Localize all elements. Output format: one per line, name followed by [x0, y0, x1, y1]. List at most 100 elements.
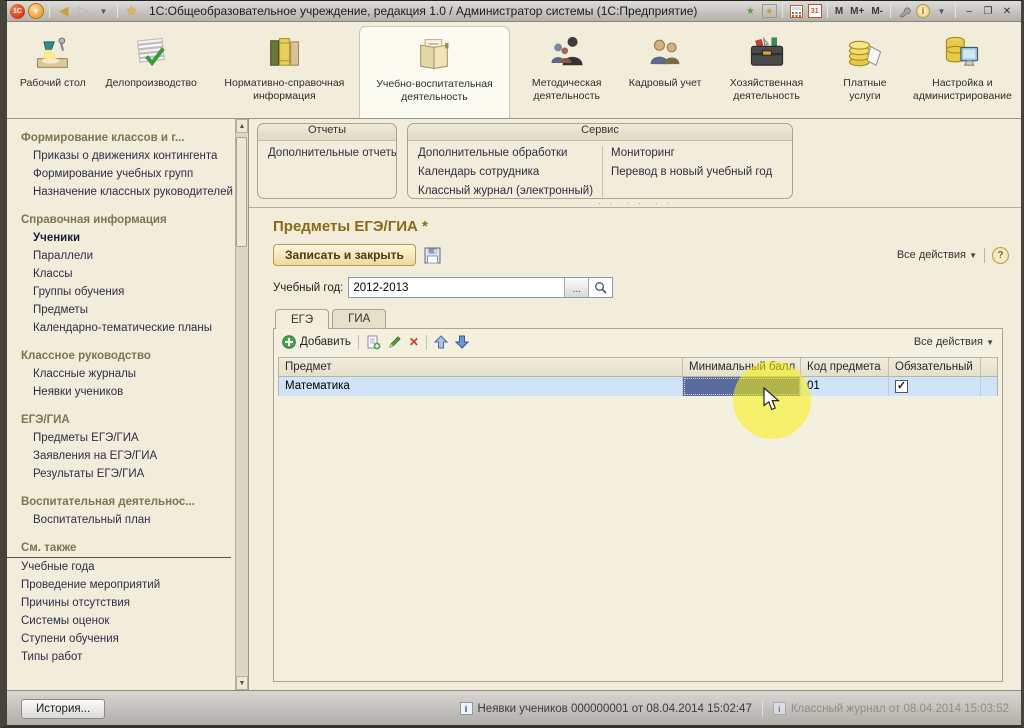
sidebar-item[interactable]: Неявки учеников — [7, 383, 235, 401]
sidebar-item[interactable]: Учебные года — [7, 558, 235, 576]
ribbon-section-methodical[interactable]: Методическая деятельность — [510, 26, 623, 118]
help-button[interactable]: ? — [992, 247, 1009, 264]
memory-m-button[interactable]: M — [833, 6, 845, 17]
subject-code-cell[interactable]: 01 — [801, 377, 889, 396]
sidebar-item[interactable]: Параллели — [7, 247, 235, 265]
ribbon-section-paid[interactable]: Платные услуги — [826, 26, 904, 118]
sidebar-item[interactable]: Формирование учебных групп — [7, 165, 235, 183]
required-checkbox[interactable]: ✓ — [895, 380, 908, 393]
add-favorite-icon[interactable]: ★ — [742, 3, 759, 19]
column-header[interactable]: Минимальный балл — [683, 358, 801, 377]
favorites-list-icon[interactable]: ★ — [762, 4, 777, 18]
ribbon-section-reference[interactable]: Нормативно-справочная информация — [210, 26, 359, 118]
ribbon-section-label: Методическая деятельность — [514, 77, 619, 102]
subject-cell[interactable]: Математика — [279, 377, 683, 396]
all-actions-button[interactable]: Все действия ▼ — [897, 249, 977, 261]
calculator-icon[interactable] — [788, 3, 805, 19]
choose-button[interactable]: ... — [564, 278, 588, 297]
main-menu-icon[interactable]: ▼ — [28, 3, 44, 19]
save-icon[interactable] — [424, 247, 441, 264]
sidebar-item[interactable]: Классные журналы — [7, 365, 235, 383]
sidebar-item[interactable]: Предметы — [7, 301, 235, 319]
search-icon[interactable] — [588, 278, 612, 297]
sidebar-item[interactable]: Группы обучения — [7, 283, 235, 301]
splitter-grip[interactable]: · · · · · · — [249, 199, 1021, 207]
scroll-thumb[interactable] — [236, 137, 247, 247]
sidebar-item[interactable]: Приказы о движениях контингента — [7, 147, 235, 165]
memory-m-plus-button[interactable]: M+ — [848, 6, 866, 17]
copy-item-icon[interactable] — [366, 335, 381, 350]
status-message: iНеявки учеников 000000001 от 08.04.2014… — [460, 702, 752, 715]
sidebar-item[interactable]: Ступени обучения — [7, 630, 235, 648]
table-all-actions-button[interactable]: Все действия ▼ — [914, 336, 994, 348]
sidebar-item[interactable]: Ученики — [7, 229, 235, 247]
edit-pencil-icon[interactable] — [388, 335, 402, 349]
sidebar-item[interactable]: Результаты ЕГЭ/ГИА — [7, 465, 235, 483]
command-link[interactable]: Дополнительные отчеты — [268, 144, 396, 163]
column-header-filler — [981, 358, 997, 377]
info-icon[interactable]: i — [916, 4, 930, 18]
titlebar-right-tools: ★ ★ 31 M M+ M- i ▼ – ❐ ✕ — [742, 3, 1015, 19]
scroll-down-icon[interactable]: ▼ — [236, 676, 248, 690]
sidebar-item[interactable]: Воспитательный план — [7, 511, 235, 529]
content-column: Отчеты Дополнительные отчеты Сервис Допо… — [249, 119, 1021, 690]
min-score-cell-selected[interactable] — [683, 377, 801, 396]
minimize-button[interactable]: – — [961, 4, 977, 18]
sidebar-item[interactable]: Причины отсутствия — [7, 594, 235, 612]
sidebar-item[interactable]: Типы работ — [7, 648, 235, 666]
scroll-track[interactable] — [236, 133, 248, 676]
required-cell[interactable]: ✓ — [889, 377, 981, 396]
year-field-row: Учебный год: ... — [273, 277, 1009, 298]
command-link[interactable]: Мониторинг — [611, 144, 772, 163]
move-up-icon[interactable] — [434, 335, 448, 349]
save-and-close-button[interactable]: Записать и закрыть — [273, 244, 416, 266]
column-header[interactable]: Обязательный — [889, 358, 981, 377]
add-button[interactable]: Добавить — [282, 335, 351, 349]
ribbon-section-desktop[interactable]: Рабочий стол — [13, 26, 93, 118]
plus-icon — [282, 335, 296, 349]
command-link[interactable]: Календарь сотрудника — [418, 163, 594, 182]
sidebar-item[interactable]: Заявления на ЕГЭ/ГИА — [7, 447, 235, 465]
sidebar-item[interactable]: Календарно-тематические планы — [7, 319, 235, 337]
close-button[interactable]: ✕ — [999, 4, 1015, 18]
sidebar-item[interactable]: Проведение мероприятий — [7, 576, 235, 594]
command-link[interactable]: Классный журнал (электронный) — [418, 182, 594, 199]
window-title: 1С:Общеобразовательное учреждение, редак… — [149, 4, 697, 18]
table-row[interactable]: Математика 01 ✓ — [279, 377, 997, 396]
chevron-down-icon[interactable]: ▼ — [933, 3, 950, 19]
ribbon-section-admin[interactable]: Настройка и администрирование — [904, 26, 1021, 118]
service-wrench-icon[interactable] — [896, 3, 913, 19]
ribbon-section-label: Делопроизводство — [106, 77, 197, 90]
column-header[interactable]: Код предмета — [801, 358, 889, 377]
memory-m-minus-button[interactable]: M- — [869, 6, 885, 17]
ribbon-section-hr[interactable]: Кадровый учет — [623, 26, 707, 118]
year-label: Учебный год: — [273, 282, 343, 294]
separator — [984, 248, 985, 263]
calendar-icon[interactable]: 31 — [808, 4, 822, 18]
ribbon-section-records[interactable]: Делопроизводство — [93, 26, 210, 118]
tab-ege[interactable]: ЕГЭ — [275, 309, 329, 329]
maximize-button[interactable]: ❐ — [980, 4, 996, 18]
move-down-icon[interactable] — [455, 335, 469, 349]
sidebar-item[interactable]: Системы оценок — [7, 612, 235, 630]
forward-icon[interactable]: ▷ — [75, 3, 92, 19]
separator — [955, 4, 956, 18]
year-input[interactable] — [349, 278, 564, 297]
tab-gia[interactable]: ГИА — [332, 309, 386, 329]
history-button[interactable]: История... — [21, 699, 105, 719]
sidebar-item[interactable]: Предметы ЕГЭ/ГИА — [7, 429, 235, 447]
admin-icon — [940, 32, 984, 74]
command-link[interactable]: Перевод в новый учебный год — [611, 163, 772, 182]
column-header[interactable]: Предмет — [279, 358, 683, 377]
sidebar-item[interactable]: Назначение классных руководителей — [7, 183, 235, 201]
command-link[interactable]: Дополнительные обработки — [418, 144, 594, 163]
scroll-up-icon[interactable]: ▲ — [236, 119, 248, 133]
ribbon-section-household[interactable]: Хозяйственная деятельность — [707, 26, 826, 118]
sidebar-scrollbar[interactable]: ▲ ▼ — [235, 119, 248, 690]
sidebar-item[interactable]: Классы — [7, 265, 235, 283]
ribbon-section-educational[interactable]: Учебно-воспитательная деятельность — [359, 26, 510, 118]
delete-icon[interactable]: ✕ — [409, 335, 419, 349]
back-icon[interactable]: ◀ — [55, 3, 72, 19]
favorites-star-icon[interactable]: ★ — [123, 3, 140, 19]
history-dropdown-icon[interactable]: ▼ — [95, 3, 112, 19]
